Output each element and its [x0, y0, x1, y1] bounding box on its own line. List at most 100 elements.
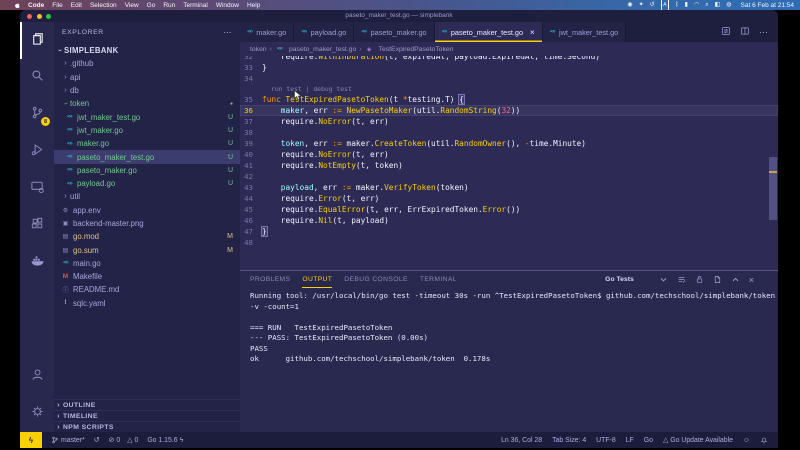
file-paseto-maker-test-go[interactable]: -∞paseto_maker_test.goU: [54, 150, 240, 163]
search-activity-button[interactable]: [20, 59, 54, 96]
menubar-item-file[interactable]: File: [52, 2, 62, 9]
menubar-item-terminal[interactable]: Terminal: [183, 2, 208, 9]
file-go-mod[interactable]: ▤go.modM: [54, 230, 240, 243]
run-debug-activity-button[interactable]: [20, 133, 54, 170]
lock-scroll-icon[interactable]: [695, 271, 704, 289]
breadcrumb-item-token[interactable]: token: [250, 46, 267, 53]
open-changes-icon[interactable]: [721, 23, 731, 41]
section-timeline[interactable]: ›TIMELINE: [54, 410, 240, 421]
file-jwt-maker-test-go[interactable]: -∞jwt_maker_test.goU: [54, 110, 240, 123]
section-outline[interactable]: ›OUTLINE: [54, 399, 240, 410]
code-line-35[interactable]: 35func TestExpiredPasetoToken(t *testing…: [240, 94, 778, 105]
time-machine-icon[interactable]: ↺: [650, 0, 655, 10]
bluetooth-icon[interactable]: ᛒ: [675, 0, 679, 10]
section-npm-scripts[interactable]: ›NPM SCRIPTS: [54, 421, 240, 432]
feedback-icon[interactable]: ☺: [743, 437, 750, 444]
close-tab-icon[interactable]: ×: [530, 28, 535, 37]
file-jwt-maker-go[interactable]: -∞jwt_maker.goU: [54, 124, 240, 137]
siri-icon[interactable]: ◍: [726, 0, 731, 10]
apple-menu-icon[interactable]: [14, 2, 21, 9]
tab-paseto-maker-test-go[interactable]: -∞paseto_maker_test.go×: [435, 22, 543, 42]
tab-maker-go[interactable]: -∞maker.go: [240, 22, 294, 42]
code-line-33[interactable]: 33}: [240, 62, 778, 73]
folder-api[interactable]: ›api: [54, 71, 240, 84]
tab-paseto-maker-go[interactable]: -∞paseto_maker.go: [354, 22, 434, 42]
folder-db[interactable]: ›db: [54, 84, 240, 97]
code-line-40[interactable]: 40 require.NoError(t, err): [240, 149, 778, 160]
editor-scrollbar[interactable]: [769, 157, 777, 220]
code-line-42[interactable]: 42: [240, 171, 778, 182]
code-line-43[interactable]: 43 payload, err := maker.VerifyToken(tok…: [240, 182, 778, 193]
control-center-icon[interactable]: ◧: [715, 0, 721, 10]
battery-icon[interactable]: ▮: [685, 0, 688, 10]
window-titlebar[interactable]: paseto_maker_test.go — simplebank: [20, 10, 778, 22]
code-line-39[interactable]: 39 token, err := maker.CreateToken(util.…: [240, 138, 778, 149]
clear-output-icon[interactable]: [677, 271, 686, 289]
file-sqlc-yaml[interactable]: !sqlc.yaml: [54, 297, 240, 310]
code-line-47[interactable]: 47}: [240, 226, 778, 237]
chevron-down-icon[interactable]: [659, 271, 668, 289]
menubar-item-code[interactable]: Code: [28, 2, 44, 9]
more-actions-icon[interactable]: ⋯: [223, 28, 232, 37]
open-log-file-icon[interactable]: [713, 271, 722, 289]
extensions-activity-button[interactable]: [20, 207, 54, 244]
output-console[interactable]: Running tool: /usr/local/bin/go test -ti…: [240, 288, 778, 365]
minimize-window-button[interactable]: [37, 14, 42, 19]
folder-token[interactable]: ›token●: [54, 97, 240, 110]
menubar-item-window[interactable]: Window: [216, 2, 239, 9]
tab-payload-go[interactable]: -∞payload.go: [294, 22, 354, 42]
file-maker-go[interactable]: -∞maker.goU: [54, 137, 240, 150]
file-makefile[interactable]: MMakefile: [54, 270, 240, 283]
sync-changes-button[interactable]: ↺: [94, 436, 100, 444]
close-panel-icon[interactable]: ×: [749, 275, 754, 285]
eol-status[interactable]: LF: [626, 437, 634, 444]
folder-util[interactable]: ›util: [54, 190, 240, 203]
go-update-status[interactable]: △ Go Update Available: [663, 436, 733, 444]
accounts-button[interactable]: [20, 358, 54, 395]
code-editor[interactable]: 32 require.WithinDuration(t, expiredAt, …: [240, 56, 778, 270]
panel-tab-terminal[interactable]: TERMINAL: [420, 271, 457, 288]
git-branch-status[interactable]: master*: [51, 436, 85, 444]
code-line-46[interactable]: 46 require.Nil(t, payload): [240, 215, 778, 226]
menubar-item-help[interactable]: Help: [247, 2, 260, 9]
file-main-go[interactable]: -∞main.go: [54, 257, 240, 270]
code-line-44[interactable]: 44 require.Error(t, err): [240, 193, 778, 204]
problems-status[interactable]: ⊘ 0 △ 0: [109, 436, 139, 444]
language-mode-status[interactable]: Go: [644, 437, 653, 444]
maximize-panel-icon[interactable]: [731, 271, 740, 289]
panel-tab-problems[interactable]: PROBLEMS: [250, 271, 290, 288]
code-line-37[interactable]: 37 require.NoError(t, err): [240, 116, 778, 127]
menubar-item-run[interactable]: Run: [163, 2, 175, 9]
breadcrumb-item-testexpiredpasetotoken[interactable]: ◈TestExpiredPasetoToken: [365, 46, 454, 53]
file-readme-md[interactable]: ⓘREADME.md: [54, 283, 240, 296]
menubar-item-selection[interactable]: Selection: [90, 2, 117, 9]
notifications-bell-icon[interactable]: [760, 436, 768, 444]
file-go-sum[interactable]: ▤go.sumM: [54, 243, 240, 256]
remote-explorer-activity-button[interactable]: [20, 170, 54, 207]
tab-jwt-maker-test-go[interactable]: -∞jwt_maker_test.go: [543, 22, 627, 42]
menubar-item-edit[interactable]: Edit: [71, 2, 82, 9]
record-indicator-icon[interactable]: ◉: [627, 0, 632, 10]
encoding-status[interactable]: UTF-8: [596, 437, 616, 444]
wifi-icon[interactable]: ◠: [694, 0, 699, 10]
accessibility-icon[interactable]: ✦: [639, 0, 644, 10]
explorer-activity-button[interactable]: [20, 22, 54, 59]
go-version-status[interactable]: Go 1.15.6 ϟ: [147, 437, 183, 444]
menu-clock[interactable]: Sat 6 Feb at 21:54: [741, 2, 794, 9]
docker-activity-button[interactable]: [20, 244, 54, 281]
output-channel-select[interactable]: Go Tests: [605, 276, 634, 283]
folder--github[interactable]: ›.github: [54, 57, 240, 70]
file-app-env[interactable]: ⚙app.env: [54, 204, 240, 217]
file-paseto-maker-go[interactable]: -∞paseto_maker.goU: [54, 164, 240, 177]
panel-tab-output[interactable]: OUTPUT: [302, 271, 332, 288]
breadcrumb-item-paseto-maker-test-go[interactable]: -∞paseto_maker_test.go: [275, 46, 356, 53]
remote-indicator[interactable]: ϟ: [20, 432, 42, 448]
menubar-item-go[interactable]: Go: [147, 2, 156, 9]
close-window-button[interactable]: [27, 14, 32, 19]
file-payload-go[interactable]: -∞payload.goU: [54, 177, 240, 190]
file-backend-master-png[interactable]: ▣backend-master.png: [54, 217, 240, 230]
code-line-36[interactable]: 36 maker, err := NewPasetoMaker(util.Ran…: [240, 105, 778, 116]
code-line-38[interactable]: 38: [240, 127, 778, 138]
split-editor-icon[interactable]: [740, 23, 750, 41]
code-line-34[interactable]: 34: [240, 73, 778, 84]
